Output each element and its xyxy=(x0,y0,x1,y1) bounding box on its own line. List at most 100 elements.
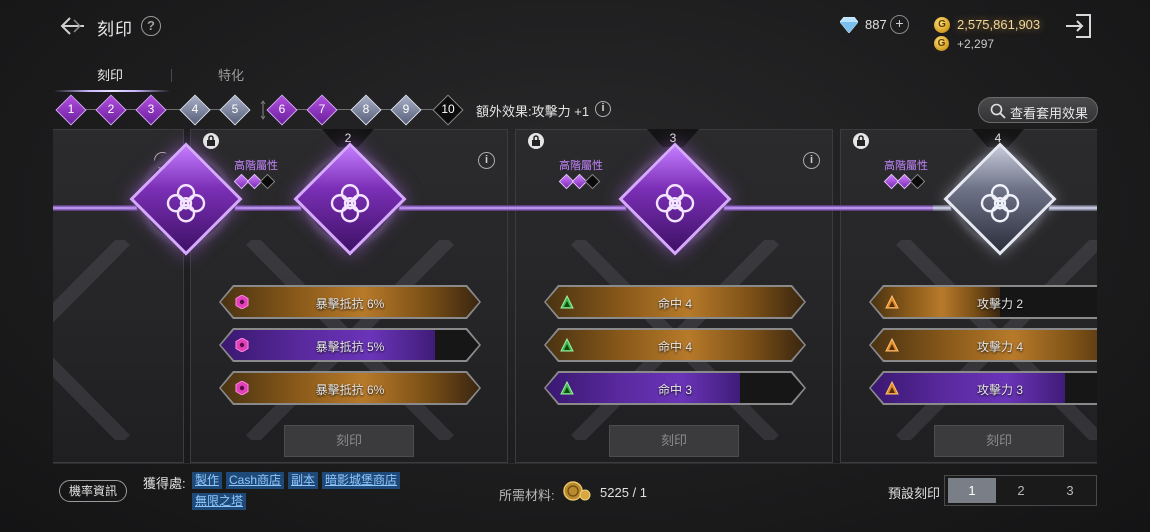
add-diamond-button[interactable]: + xyxy=(890,15,909,34)
gold-bonus: +2,297 xyxy=(957,37,995,51)
engrave-card-4: 4高階屬性i攻擊力 2攻擊力 4攻擊力 3刻印 xyxy=(840,129,1097,463)
level-number: 2 xyxy=(107,101,115,116)
level-chain: 1 2 3 4 5 6 7 8 9 10 xyxy=(55,94,476,126)
level-number: 4 xyxy=(191,101,199,116)
celtic-knot-icon xyxy=(326,179,374,227)
view-set-effect-button[interactable]: 查看套用效果 xyxy=(978,97,1098,123)
stat-text: 命中 4 xyxy=(657,340,692,354)
tab-divider xyxy=(171,69,172,82)
tier-gem-icon xyxy=(909,173,926,190)
preset-button-2[interactable]: 2 xyxy=(997,478,1045,503)
tier-gem-icon xyxy=(584,173,601,190)
card-background-emblem xyxy=(53,235,183,445)
top-bar: 刻印 ? 887 + G 2,575,861,903 G +2,297 xyxy=(0,0,1150,56)
stat-bar[interactable]: 暴擊抵抗 5% xyxy=(219,328,481,362)
engrave-button[interactable]: 刻印 xyxy=(284,425,414,457)
stat-bar[interactable]: 攻擊力 3 xyxy=(869,371,1097,405)
card-info-icon[interactable]: i xyxy=(478,152,495,169)
stat-text: 命中 4 xyxy=(657,297,692,311)
stat-text: 攻擊力 2 xyxy=(976,297,1023,311)
search-icon xyxy=(990,103,1006,119)
preset-label: 預設刻印 xyxy=(888,486,941,501)
engrave-card-3: 3 高階屬性 i 命中 4 命中 4 命中 3 刻印 xyxy=(515,129,833,463)
level-node-1[interactable]: 1 xyxy=(55,94,87,126)
level-number: 8 xyxy=(362,101,370,116)
stat-bar[interactable]: 攻擊力 4 xyxy=(869,328,1097,362)
material-coin-icon xyxy=(563,481,591,501)
level-number: 7 xyxy=(318,101,326,116)
level-group-separator-icon xyxy=(260,100,266,120)
tier-gem-icon xyxy=(259,173,276,190)
probability-info-button[interactable]: 機率資訊 xyxy=(59,480,127,502)
tier-label: 高階屬性 xyxy=(559,160,603,172)
tier-gems xyxy=(883,173,944,190)
level-node-8[interactable]: 8 xyxy=(350,94,382,126)
gold-amount: 2,575,861,903 xyxy=(957,17,1041,32)
view-set-effect-label: 查看套用效果 xyxy=(1010,106,1089,121)
level-number: 3 xyxy=(147,101,155,116)
active-tab-indicator xyxy=(54,90,170,92)
tier-gems xyxy=(233,173,294,190)
gold-coin-icon: G xyxy=(934,17,950,33)
level-node-4[interactable]: 4 xyxy=(179,94,211,126)
level-node-3[interactable]: 3 xyxy=(135,94,167,126)
level-number: 6 xyxy=(278,101,286,116)
obtain-link-cash-shop[interactable]: Cash商店 xyxy=(226,472,285,489)
obtain-link-craft[interactable]: 製作 xyxy=(192,472,223,489)
level-node-9[interactable]: 9 xyxy=(390,94,422,126)
bonus-info-icon[interactable]: i xyxy=(595,101,611,117)
stat-bar[interactable]: 暴擊抵抗 6% xyxy=(219,371,481,405)
preset-selector: 1 2 3 xyxy=(944,475,1097,506)
level-node-7[interactable]: 7 xyxy=(306,94,338,126)
stat-text: 暴擊抵抗 6% xyxy=(315,383,385,397)
card-info-icon[interactable]: i xyxy=(803,152,820,169)
tab-specialize[interactable]: 特化 xyxy=(218,65,244,84)
engrave-carousel[interactable]: i3%2%3%刻印2高階屬性i暴擊抵抗 6%暴擊抵抗 5%暴擊抵抗 6%刻印3高… xyxy=(53,129,1097,463)
footer-divider xyxy=(53,463,1097,464)
gold-bonus-icon: G xyxy=(934,36,949,51)
stat-bar[interactable]: 攻擊力 2 xyxy=(869,285,1097,319)
obtain-link-infinity-tower[interactable]: 無限之塔 xyxy=(192,493,247,510)
level-number: 1 xyxy=(67,101,75,116)
obtain-link-shadow-castle-shop[interactable]: 暗影城堡商店 xyxy=(322,472,401,489)
level-node-6[interactable]: 6 xyxy=(266,94,298,126)
preset-button-1[interactable]: 1 xyxy=(948,478,996,503)
engrave-card-partial: i3%2%3%刻印 xyxy=(53,129,243,463)
obtain-link-dungeon[interactable]: 副本 xyxy=(288,472,319,489)
stat-text: 暴擊抵抗 5% xyxy=(315,340,385,354)
tier-gems xyxy=(558,173,619,190)
obtain-label: 獲得處: xyxy=(143,476,186,491)
stat-text: 命中 3 xyxy=(657,383,692,397)
exit-icon[interactable] xyxy=(1064,12,1094,40)
celtic-knot-icon xyxy=(162,179,210,227)
level-number: 10 xyxy=(441,101,455,116)
diamond-icon xyxy=(840,17,858,33)
engrave-button[interactable]: 刻印 xyxy=(609,425,739,457)
stat-text: 攻擊力 4 xyxy=(976,340,1023,354)
stat-bar[interactable]: 命中 4 xyxy=(544,285,806,319)
bonus-effect-text: 額外效果:攻擊力 +1 xyxy=(476,104,590,119)
back-arrow-icon[interactable] xyxy=(56,10,88,42)
materials-label: 所需材料: xyxy=(499,488,555,503)
level-node-10[interactable]: 10 xyxy=(432,94,464,126)
celtic-knot-icon xyxy=(976,179,1024,227)
diamond-count: 887 xyxy=(865,17,887,32)
stat-bar[interactable]: 命中 4 xyxy=(544,328,806,362)
preset-button-3[interactable]: 3 xyxy=(1046,478,1094,503)
lock-icon[interactable] xyxy=(853,133,869,149)
tab-engrave[interactable]: 刻印 xyxy=(97,65,123,84)
engrave-button[interactable]: 刻印 xyxy=(934,425,1064,457)
page-title: 刻印 xyxy=(97,20,133,39)
tier-label: 高階屬性 xyxy=(234,160,278,172)
materials-value: 5225 / 1 xyxy=(600,485,647,500)
level-node-5[interactable]: 5 xyxy=(219,94,251,126)
stat-text: 暴擊抵抗 6% xyxy=(315,297,385,311)
help-icon[interactable]: ? xyxy=(141,16,161,36)
celtic-knot-icon xyxy=(651,179,699,227)
level-number: 9 xyxy=(402,101,410,116)
stat-bar[interactable]: 暴擊抵抗 6% xyxy=(219,285,481,319)
lock-icon[interactable] xyxy=(528,133,544,149)
stat-bar[interactable]: 命中 3 xyxy=(544,371,806,405)
level-node-2[interactable]: 2 xyxy=(95,94,127,126)
tier-label: 高階屬性 xyxy=(884,160,928,172)
